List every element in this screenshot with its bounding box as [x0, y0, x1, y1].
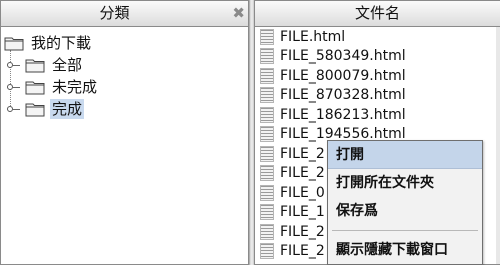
- tree-item-label: 未完成: [52, 78, 98, 96]
- file-icon: [260, 48, 274, 65]
- tree-item-label: 我的下載: [31, 34, 92, 52]
- file-name: FILE_2: [280, 223, 325, 240]
- tree-item-label: 完成: [50, 99, 85, 119]
- scrollbar[interactable]: [496, 27, 500, 264]
- file-icon: [260, 184, 274, 201]
- file-row[interactable]: FILE_186213.html: [255, 105, 500, 125]
- file-name: FILE_1: [280, 204, 325, 221]
- expand-handle-icon[interactable]: [7, 81, 20, 93]
- tree-item-all[interactable]: 全部: [1, 54, 248, 76]
- file-name: FILE_2: [280, 165, 325, 182]
- file-icon: [260, 243, 274, 260]
- file-name: FILE_2: [280, 145, 325, 162]
- file-name: FILE_870328.html: [280, 87, 406, 104]
- file-name: FILE_0: [280, 184, 325, 201]
- menu-item-save-as[interactable]: 保存爲: [328, 197, 482, 225]
- file-name: FILE.html: [280, 28, 346, 45]
- file-icon: [260, 204, 274, 221]
- menu-item-toggle-download-window[interactable]: 顯示隱藏下載窗口: [328, 236, 482, 264]
- folder-icon: [25, 81, 45, 95]
- menu-item-open[interactable]: 打開: [328, 141, 482, 169]
- category-tree: 我的下載 全部 未完成 完成: [1, 27, 248, 120]
- file-row[interactable]: FILE_870328.html: [255, 86, 500, 106]
- category-header-label: 分類: [99, 4, 130, 22]
- file-icon: [260, 106, 274, 123]
- expand-handle-icon[interactable]: [7, 103, 20, 115]
- tree-item-my-downloads[interactable]: 我的下載: [1, 32, 248, 54]
- file-name: FILE_800079.html: [280, 67, 406, 84]
- file-icon: [260, 28, 274, 45]
- file-row[interactable]: FILE_580349.html: [255, 47, 500, 67]
- file-name: FILE_186213.html: [280, 106, 406, 123]
- file-icon: [260, 126, 274, 143]
- menu-item-open-containing-folder[interactable]: 打開所在文件夾: [328, 169, 482, 197]
- folder-icon: [25, 103, 45, 117]
- menu-separator: [332, 230, 478, 231]
- file-icon: [260, 165, 274, 182]
- file-icon: [260, 223, 274, 240]
- file-name: FILE_2: [280, 243, 325, 260]
- close-icon[interactable]: ✖: [232, 2, 245, 24]
- file-icon: [260, 67, 274, 84]
- tree-item-complete[interactable]: 完成: [1, 98, 248, 120]
- category-header[interactable]: 分類 ✖: [1, 1, 248, 27]
- expand-handle-icon[interactable]: [7, 59, 20, 71]
- folder-icon: [4, 37, 24, 51]
- context-menu: 打開 打開所在文件夾 保存爲 顯示隱藏下載窗口: [327, 140, 483, 265]
- category-pane: 分類 ✖ 我的下載 全部 未完成 完成: [0, 0, 249, 265]
- tree-item-incomplete[interactable]: 未完成: [1, 76, 248, 98]
- file-row[interactable]: FILE_800079.html: [255, 66, 500, 86]
- file-row[interactable]: FILE.html: [255, 27, 500, 47]
- tree-item-label: 全部: [52, 56, 83, 74]
- filename-header-label: 文件名: [354, 4, 400, 22]
- filename-column-header[interactable]: 文件名: [255, 1, 500, 27]
- file-name: FILE_580349.html: [280, 48, 406, 65]
- file-icon: [260, 145, 274, 162]
- file-icon: [260, 87, 274, 104]
- folder-icon: [25, 59, 45, 73]
